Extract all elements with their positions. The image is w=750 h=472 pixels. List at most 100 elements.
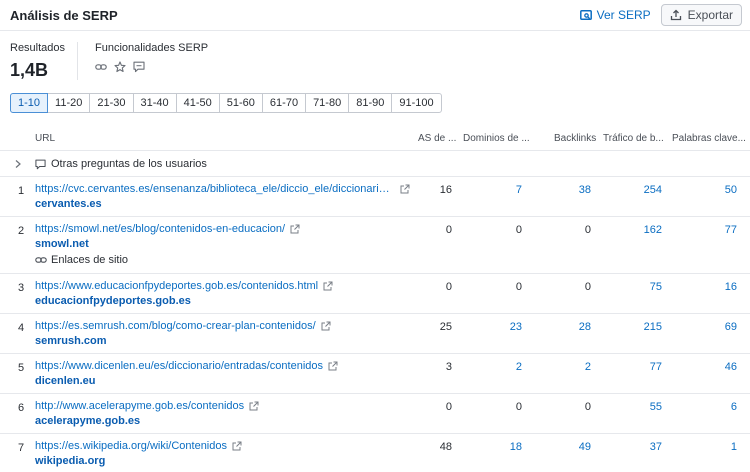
results-value: 1,4B [10,60,49,80]
comment-icon [35,159,46,169]
result-domain[interactable]: acelerapyme.gob.es [35,415,140,427]
result-domain[interactable]: wikipedia.org [35,455,105,467]
external-link-icon[interactable] [290,224,300,234]
page-91-100[interactable]: 91-100 [391,93,442,113]
chevron-right-icon[interactable] [14,159,22,169]
search-traffic[interactable]: 75 [612,281,662,293]
search-traffic[interactable]: 215 [612,321,662,333]
result-url-link[interactable]: http://www.acelerapyme.gob.es/contenidos [35,400,259,412]
result-url[interactable]: https://es.semrush.com/blog/como-crear-p… [35,320,316,332]
keywords-count[interactable]: 16 [687,281,737,293]
search-traffic[interactable]: 77 [612,361,662,373]
backlinks-count[interactable]: 28 [541,321,591,333]
external-link-icon[interactable] [328,361,338,371]
referring-domains[interactable]: 23 [472,321,522,333]
people-also-ask-row[interactable]: Otras preguntas de los usuarios [0,151,750,177]
result-url[interactable]: http://www.acelerapyme.gob.es/contenidos [35,400,244,412]
row-number: 5 [18,362,25,374]
page-1-10[interactable]: 1-10 [10,93,49,113]
row-number: 1 [18,185,25,197]
keywords-count[interactable]: 77 [687,224,737,236]
backlinks-count: 0 [584,224,591,236]
page-51-60[interactable]: 51-60 [218,93,263,113]
column-header-as[interactable]: AS de ... [418,133,456,144]
table-row: 5 https://www.dicenlen.eu/es/diccionario… [0,354,750,394]
keywords-count[interactable]: 6 [687,401,737,413]
result-url[interactable]: https://es.wikipedia.org/wiki/Contenidos [35,440,227,452]
keywords-count[interactable]: 69 [687,321,737,333]
results-stat: Resultados 1,4B [10,42,78,80]
column-header-url[interactable]: URL [35,133,55,144]
page-31-40[interactable]: 31-40 [132,93,177,113]
people-also-ask-text: Otras preguntas de los usuarios [51,158,207,170]
link-icon [35,257,47,263]
serp-icon [579,9,592,20]
search-traffic[interactable]: 162 [612,224,662,236]
column-header-keywords[interactable]: Palabras clave... [672,133,746,144]
comment-icon[interactable] [133,61,145,73]
external-link-icon[interactable] [232,441,242,451]
sitelinks-feature: Enlaces de sitio [35,254,128,266]
table-row: 2 https://smowl.net/es/blog/contenidos-e… [0,217,750,274]
page-81-90[interactable]: 81-90 [348,93,393,113]
header-actions: Ver SERP Exportar [579,4,742,26]
view-serp-label: Ver SERP [596,8,651,22]
external-link-icon[interactable] [321,321,331,331]
result-domain[interactable]: dicenlen.eu [35,375,96,387]
referring-domains[interactable]: 18 [472,441,522,453]
page-11-20[interactable]: 11-20 [47,93,91,113]
result-url[interactable]: https://www.educacionfpydeportes.gob.es/… [35,280,318,292]
search-traffic[interactable]: 37 [612,441,662,453]
table-row: 3 https://www.educacionfpydeportes.gob.e… [0,274,750,314]
result-url[interactable]: https://cvc.cervantes.es/ensenanza/bibli… [35,183,395,195]
serp-features-label: Funcionalidades SERP [95,42,209,54]
column-header-domains[interactable]: Dominios de ... [463,133,530,144]
external-link-icon[interactable] [249,401,259,411]
result-domain[interactable]: cervantes.es [35,198,102,210]
star-icon[interactable] [114,61,126,73]
result-url[interactable]: https://www.dicenlen.eu/es/diccionario/e… [35,360,323,372]
referring-domains[interactable]: 7 [472,184,522,196]
page-71-80[interactable]: 71-80 [305,93,350,113]
authority-score: 16 [439,184,452,196]
page-title: Análisis de SERP [10,7,118,23]
backlinks-count: 0 [584,401,591,413]
search-traffic[interactable]: 254 [612,184,662,196]
result-domain[interactable]: smowl.net [35,238,89,250]
referring-domains[interactable]: 2 [472,361,522,373]
column-header-backlinks[interactable]: Backlinks [554,133,596,144]
authority-score: 0 [445,281,452,293]
page-21-30[interactable]: 21-30 [89,93,134,113]
result-url-link[interactable]: https://es.semrush.com/blog/como-crear-p… [35,320,331,332]
result-url-link[interactable]: https://www.dicenlen.eu/es/diccionario/e… [35,360,338,372]
result-url-link[interactable]: https://es.wikipedia.org/wiki/Contenidos [35,440,242,452]
backlinks-count[interactable]: 49 [541,441,591,453]
header-bar: Análisis de SERP Ver SERP Exportar [0,0,750,31]
result-url[interactable]: https://smowl.net/es/blog/contenidos-en-… [35,223,285,235]
column-header-traffic[interactable]: Tráfico de b... [603,133,664,144]
search-traffic[interactable]: 55 [612,401,662,413]
pagination: 1-10 11-20 21-30 31-40 41-50 51-60 61-70… [10,93,442,113]
serp-features-stat: Funcionalidades SERP [78,42,208,80]
link-icon[interactable] [95,61,107,73]
result-url-link[interactable]: https://smowl.net/es/blog/contenidos-en-… [35,223,300,235]
keywords-count[interactable]: 46 [687,361,737,373]
backlinks-count[interactable]: 2 [541,361,591,373]
view-serp-button[interactable]: Ver SERP [579,8,651,22]
keywords-count[interactable]: 50 [687,184,737,196]
result-url-link[interactable]: https://cvc.cervantes.es/ensenanza/bibli… [35,183,410,195]
export-button[interactable]: Exportar [660,4,742,26]
result-domain[interactable]: semrush.com [35,335,107,347]
people-also-ask-label: Otras preguntas de los usuarios [35,158,207,170]
backlinks-count[interactable]: 38 [541,184,591,196]
serp-feature-icons [95,61,208,73]
table-header: URL AS de ... Dominios de ... Backlinks … [0,125,750,151]
result-url-link[interactable]: https://www.educacionfpydeportes.gob.es/… [35,280,333,292]
result-domain[interactable]: educacionfpydeportes.gob.es [35,295,191,307]
authority-score: 0 [445,224,452,236]
page-61-70[interactable]: 61-70 [261,93,307,113]
external-link-icon[interactable] [323,281,333,291]
keywords-count[interactable]: 1 [687,441,737,453]
page-41-50[interactable]: 41-50 [175,93,220,113]
row-number: 4 [18,322,25,334]
